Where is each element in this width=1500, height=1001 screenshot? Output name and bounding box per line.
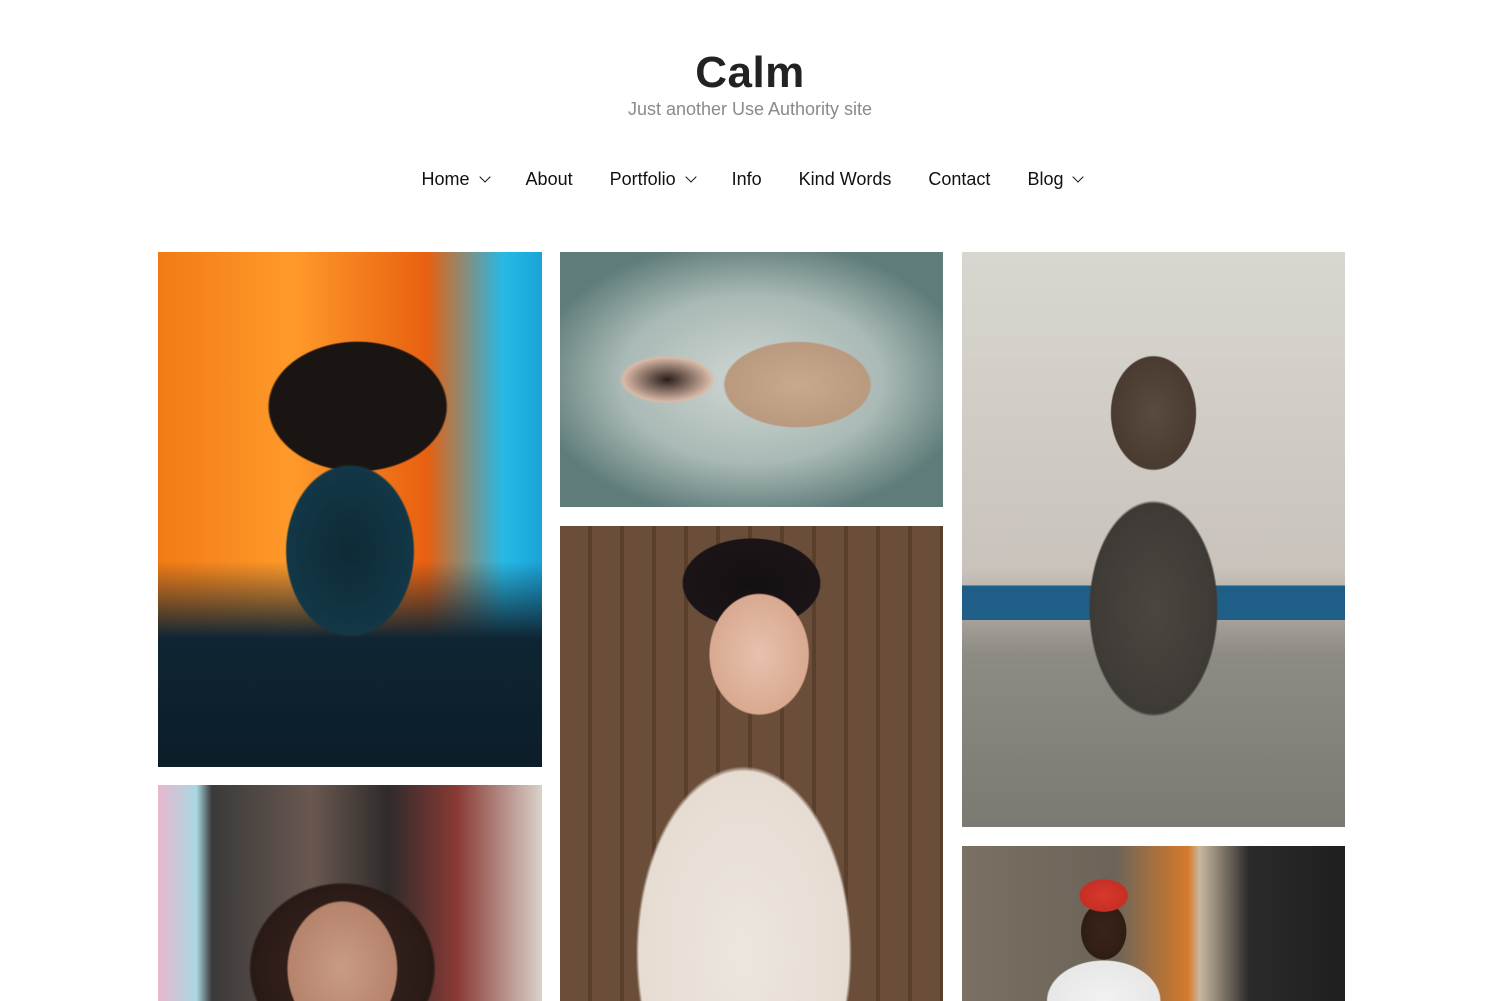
gallery-image-accordion-player[interactable] [962,252,1345,827]
nav-item-contact[interactable]: Contact [910,166,1009,192]
gallery-image-red-beanie[interactable] [962,846,1345,1001]
nav-item-label: Portfolio [609,168,676,189]
nav-item-home[interactable]: Home [403,166,507,192]
gallery-image-graffiti-portrait[interactable] [158,785,542,1001]
gallery-image-neon-portrait[interactable] [158,252,542,767]
nav-item-label: Info [731,168,762,189]
chevron-down-icon [478,170,491,183]
chevron-down-icon [684,170,697,183]
nav-item-portfolio[interactable]: Portfolio [591,166,713,192]
site-tagline: Just another Use Authority site [627,99,873,119]
nav-item-label: Kind Words [798,168,892,189]
nav-item-about[interactable]: About [507,166,591,192]
nav-item-info[interactable]: Info [713,166,780,192]
chevron-down-icon [1072,170,1085,183]
nav-item-label: Blog [1027,168,1064,189]
gallery-image-floral-shirt[interactable] [560,526,943,1001]
nav-item-kind-words[interactable]: Kind Words [780,166,910,192]
gallery-image-bath-portrait[interactable] [560,252,943,507]
main-navigation: Home About Portfolio Info Kind Words Con… [0,166,1500,192]
nav-item-label: About [525,168,573,189]
nav-item-label: Contact [928,168,991,189]
site-title[interactable]: Calm [0,48,1500,98]
nav-item-label: Home [421,168,470,189]
nav-item-blog[interactable]: Blog [1009,166,1101,192]
